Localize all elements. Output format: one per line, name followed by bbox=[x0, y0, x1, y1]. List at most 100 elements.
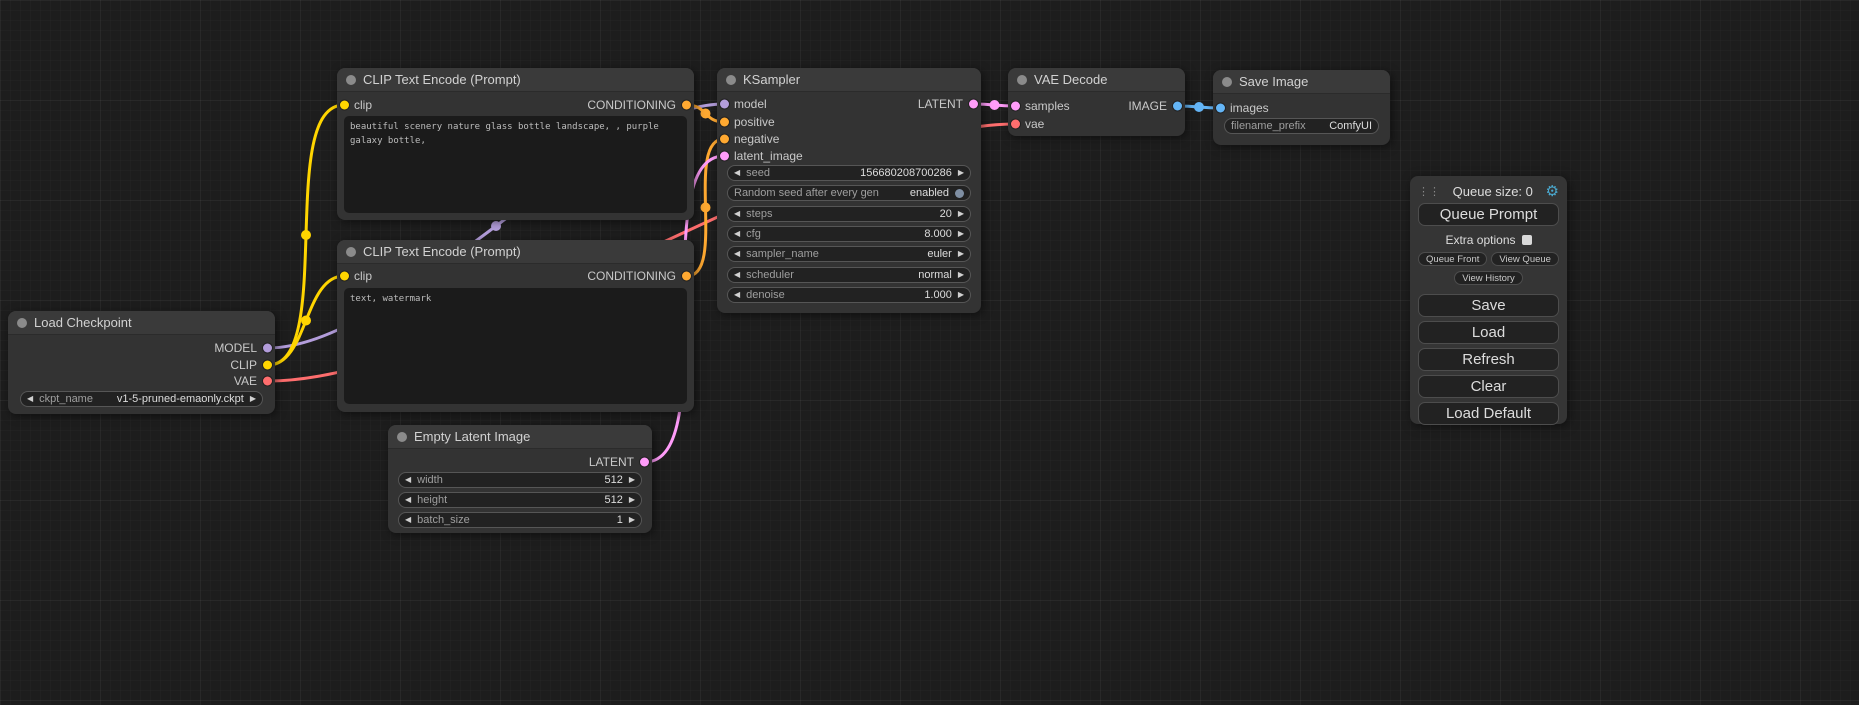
slot-dot-conditioning[interactable] bbox=[682, 101, 691, 110]
widget-batch-size[interactable]: ◀ batch_size 1 ▶ bbox=[398, 512, 642, 528]
widget-ckpt-name[interactable]: ◀ ckpt_name v1-5-pruned-emaonly.ckpt ▶ bbox=[20, 391, 263, 407]
slot-dot-image[interactable] bbox=[1173, 102, 1182, 111]
node-save-image[interactable]: Save Image images filename_prefix ComfyU… bbox=[1213, 70, 1390, 145]
input-slot-latent-image[interactable]: latent_image bbox=[717, 149, 981, 163]
input-slot-vae[interactable]: vae bbox=[1008, 117, 1185, 131]
input-slot-positive[interactable]: positive bbox=[717, 115, 981, 129]
graph-canvas[interactable]: Load Checkpoint MODEL CLIP VAE ◀ ckpt_na… bbox=[0, 0, 1859, 705]
collapse-dot-icon[interactable] bbox=[346, 75, 356, 85]
next-arrow-icon[interactable]: ▶ bbox=[629, 496, 635, 504]
slot-dot-latent[interactable] bbox=[640, 458, 649, 467]
queue-prompt-button[interactable]: Queue Prompt bbox=[1418, 203, 1559, 226]
next-arrow-icon[interactable]: ▶ bbox=[958, 210, 964, 218]
node-clip-text-encode-positive[interactable]: CLIP Text Encode (Prompt) clip CONDITION… bbox=[337, 68, 694, 220]
node-clip-text-encode-negative[interactable]: CLIP Text Encode (Prompt) clip CONDITION… bbox=[337, 240, 694, 412]
slot-dot-conditioning[interactable] bbox=[720, 118, 729, 127]
output-slot-conditioning[interactable]: CONDITIONING bbox=[337, 269, 694, 283]
node-header[interactable]: VAE Decode bbox=[1008, 68, 1185, 92]
load-default-button[interactable]: Load Default bbox=[1418, 402, 1559, 425]
prompt-textarea[interactable]: text, watermark bbox=[344, 288, 687, 404]
slot-dot-vae[interactable] bbox=[1011, 120, 1020, 129]
view-history-button[interactable]: View History bbox=[1454, 271, 1523, 285]
save-button[interactable]: Save bbox=[1418, 294, 1559, 317]
widget-scheduler[interactable]: ◀ scheduler normal ▶ bbox=[727, 267, 971, 283]
refresh-button[interactable]: Refresh bbox=[1418, 348, 1559, 371]
widget-sampler-name[interactable]: ◀ sampler_name euler ▶ bbox=[727, 246, 971, 262]
slot-label: negative bbox=[734, 132, 779, 146]
toggle-dot-icon[interactable] bbox=[955, 189, 964, 198]
clear-button[interactable]: Clear bbox=[1418, 375, 1559, 398]
output-slot-vae[interactable]: VAE bbox=[8, 374, 275, 388]
widget-denoise[interactable]: ◀ denoise 1.000 ▶ bbox=[727, 287, 971, 303]
widget-height[interactable]: ◀ height 512 ▶ bbox=[398, 492, 642, 508]
output-slot-image[interactable]: IMAGE bbox=[1008, 99, 1185, 113]
output-slot-latent[interactable]: LATENT bbox=[717, 97, 981, 111]
next-arrow-icon[interactable]: ▶ bbox=[958, 271, 964, 279]
widget-cfg[interactable]: ◀ cfg 8.000 ▶ bbox=[727, 226, 971, 242]
slot-dot-latent[interactable] bbox=[720, 152, 729, 161]
slot-label: vae bbox=[1025, 117, 1044, 131]
next-arrow-icon[interactable]: ▶ bbox=[629, 476, 635, 484]
widget-filename-prefix[interactable]: filename_prefix ComfyUI bbox=[1224, 118, 1379, 134]
collapse-dot-icon[interactable] bbox=[397, 432, 407, 442]
collapse-dot-icon[interactable] bbox=[726, 75, 736, 85]
slot-dot-conditioning[interactable] bbox=[720, 135, 729, 144]
next-arrow-icon[interactable]: ▶ bbox=[958, 250, 964, 258]
prompt-textarea[interactable]: beautiful scenery nature glass bottle la… bbox=[344, 116, 687, 213]
prev-arrow-icon[interactable]: ◀ bbox=[734, 169, 740, 177]
prev-arrow-icon[interactable]: ◀ bbox=[734, 210, 740, 218]
settings-gear-icon[interactable]: ⚙ bbox=[1546, 184, 1559, 199]
drag-handle-icon[interactable]: ⋮⋮ bbox=[1418, 185, 1440, 198]
slot-dot-conditioning[interactable] bbox=[682, 272, 691, 281]
prev-arrow-icon[interactable]: ◀ bbox=[734, 230, 740, 238]
prev-arrow-icon[interactable]: ◀ bbox=[405, 476, 411, 484]
slot-dot-latent[interactable] bbox=[969, 100, 978, 109]
output-slot-model[interactable]: MODEL bbox=[8, 341, 275, 355]
collapse-dot-icon[interactable] bbox=[1222, 77, 1232, 87]
node-ksampler[interactable]: KSampler model positive negative latent_… bbox=[717, 68, 981, 313]
widget-random-seed-toggle[interactable]: Random seed after every gen enabled bbox=[727, 185, 971, 201]
widget-width[interactable]: ◀ width 512 ▶ bbox=[398, 472, 642, 488]
prev-arrow-icon[interactable]: ◀ bbox=[405, 516, 411, 524]
input-slot-negative[interactable]: negative bbox=[717, 132, 981, 146]
prev-arrow-icon[interactable]: ◀ bbox=[734, 271, 740, 279]
widget-seed[interactable]: ◀ seed 156680208700286 ▶ bbox=[727, 165, 971, 181]
next-arrow-icon[interactable]: ▶ bbox=[250, 395, 256, 403]
collapse-dot-icon[interactable] bbox=[346, 247, 356, 257]
collapse-dot-icon[interactable] bbox=[17, 318, 27, 328]
view-queue-button[interactable]: View Queue bbox=[1491, 252, 1559, 266]
node-vae-decode[interactable]: VAE Decode samples vae IMAGE bbox=[1008, 68, 1185, 136]
node-header[interactable]: CLIP Text Encode (Prompt) bbox=[337, 68, 694, 92]
node-header[interactable]: Load Checkpoint bbox=[8, 311, 275, 335]
prev-arrow-icon[interactable]: ◀ bbox=[405, 496, 411, 504]
node-header[interactable]: Save Image bbox=[1213, 70, 1390, 94]
collapse-dot-icon[interactable] bbox=[1017, 75, 1027, 85]
output-slot-conditioning[interactable]: CONDITIONING bbox=[337, 98, 694, 112]
prev-arrow-icon[interactable]: ◀ bbox=[27, 395, 33, 403]
widget-value: ComfyUI bbox=[1329, 120, 1372, 132]
prev-arrow-icon[interactable]: ◀ bbox=[734, 250, 740, 258]
node-header[interactable]: CLIP Text Encode (Prompt) bbox=[337, 240, 694, 264]
next-arrow-icon[interactable]: ▶ bbox=[958, 291, 964, 299]
prev-arrow-icon[interactable]: ◀ bbox=[734, 291, 740, 299]
output-slot-clip[interactable]: CLIP bbox=[8, 358, 275, 372]
slot-dot-vae[interactable] bbox=[263, 377, 272, 386]
node-header[interactable]: Empty Latent Image bbox=[388, 425, 652, 449]
node-header[interactable]: KSampler bbox=[717, 68, 981, 92]
next-arrow-icon[interactable]: ▶ bbox=[958, 230, 964, 238]
node-empty-latent-image[interactable]: Empty Latent Image LATENT ◀ width 512 ▶ … bbox=[388, 425, 652, 533]
load-button[interactable]: Load bbox=[1418, 321, 1559, 344]
next-arrow-icon[interactable]: ▶ bbox=[958, 169, 964, 177]
widget-steps[interactable]: ◀ steps 20 ▶ bbox=[727, 206, 971, 222]
queue-front-button[interactable]: Queue Front bbox=[1418, 252, 1487, 266]
widget-value: 512 bbox=[604, 494, 622, 506]
node-load-checkpoint[interactable]: Load Checkpoint MODEL CLIP VAE ◀ ckpt_na… bbox=[8, 311, 275, 414]
extra-options-checkbox[interactable] bbox=[1522, 235, 1532, 245]
slot-dot-image[interactable] bbox=[1216, 104, 1225, 113]
input-slot-images[interactable]: images bbox=[1213, 101, 1390, 115]
output-slot-latent[interactable]: LATENT bbox=[388, 455, 652, 469]
extra-options-label: Extra options bbox=[1445, 233, 1515, 247]
slot-dot-model[interactable] bbox=[263, 344, 272, 353]
slot-dot-clip[interactable] bbox=[263, 361, 272, 370]
next-arrow-icon[interactable]: ▶ bbox=[629, 516, 635, 524]
